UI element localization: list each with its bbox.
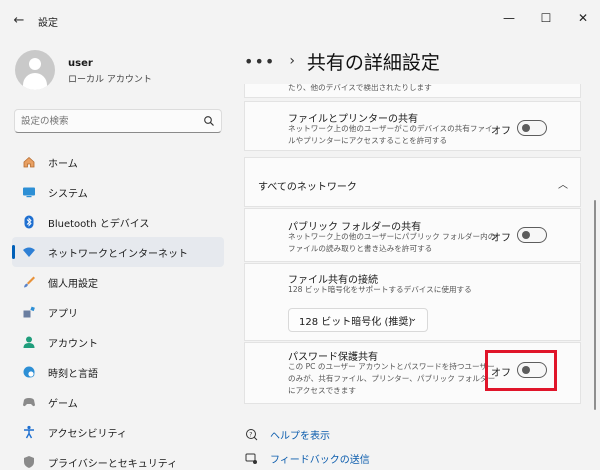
- chevron-up-icon[interactable]: ︿: [558, 176, 568, 191]
- public-folder-sharing-toggle[interactable]: [517, 227, 547, 243]
- search-input[interactable]: [21, 113, 201, 129]
- feedback-link-label[interactable]: フィードバックの送信: [270, 451, 370, 466]
- setting-description: ファイルの読み取りと書き込みを許可する: [288, 244, 433, 253]
- minimize-button[interactable]: —: [496, 8, 522, 28]
- sidebar-item-network[interactable]: ネットワークとインターネット: [12, 237, 224, 267]
- chevron-down-icon: ⌄: [409, 314, 417, 324]
- sidebar-item-label: アプリ: [48, 308, 78, 320]
- search-box[interactable]: [14, 109, 222, 133]
- sidebar: user ローカル アカウント ホーム システム Bluetooth とデバイス: [0, 40, 232, 470]
- feedback-icon: [244, 452, 260, 466]
- globe-icon: [22, 365, 36, 379]
- svg-text:?: ?: [249, 431, 252, 438]
- accessibility-icon: [22, 425, 36, 439]
- network-discovery-card: たり、他のデバイスで検出されたりします: [244, 84, 581, 98]
- brush-icon: [22, 275, 36, 289]
- sidebar-item-label: ネットワークとインターネット: [48, 248, 188, 260]
- sidebar-item-label: アクセシビリティ: [48, 428, 127, 440]
- chevron-right-icon: ›: [289, 53, 295, 69]
- shield-icon: [22, 455, 36, 469]
- account-icon: [22, 335, 36, 349]
- file-printer-sharing-card: ファイルとプリンターの共有 ネットワーク上の他のユーザーがこのデバイスの共有ファ…: [244, 101, 581, 151]
- help-link[interactable]: ? ヘルプを表示: [244, 427, 330, 442]
- feedback-link[interactable]: フィードバックの送信: [244, 451, 370, 466]
- gamepad-icon: [22, 395, 36, 409]
- nav-list: ホーム システム Bluetooth とデバイス ネットワークとインターネット …: [12, 147, 224, 469]
- sidebar-item-privacy[interactable]: プライバシーとセキュリティ: [12, 447, 224, 469]
- sidebar-item-label: 個人用設定: [48, 278, 98, 290]
- bluetooth-icon: [22, 215, 36, 229]
- account-type: ローカル アカウント: [68, 75, 152, 85]
- setting-description: 128 ビット暗号化をサポートするデバイスに使用する: [288, 285, 472, 294]
- home-icon: [22, 155, 36, 169]
- user-name: user: [68, 58, 93, 69]
- sidebar-item-accounts[interactable]: アカウント: [12, 327, 224, 357]
- sidebar-item-label: ゲーム: [48, 398, 78, 410]
- setting-description: ネットワーク上の他のユーザーがこのデバイスの共有ファイ: [288, 124, 493, 133]
- help-icon: ?: [244, 428, 260, 442]
- sidebar-item-label: アカウント: [48, 338, 98, 350]
- file-printer-sharing-toggle[interactable]: [517, 120, 547, 136]
- help-link-label[interactable]: ヘルプを表示: [270, 427, 330, 442]
- sidebar-item-label: システム: [48, 188, 88, 200]
- sidebar-item-time-language[interactable]: 時刻と言語: [12, 357, 224, 387]
- system-icon: [22, 185, 36, 199]
- setting-description: のみが、共有ファイル、プリンター、パブリック フォルダー: [288, 374, 496, 383]
- sidebar-item-label: Bluetooth とデバイス: [48, 218, 150, 230]
- wifi-icon: [22, 245, 36, 259]
- section-title: すべてのネットワーク: [258, 182, 357, 193]
- back-arrow-icon[interactable]: ←: [10, 12, 28, 28]
- sidebar-item-apps[interactable]: アプリ: [12, 297, 224, 327]
- breadcrumb-more-button[interactable]: •••: [244, 52, 275, 71]
- breadcrumb: ••• › 共有の詳細設定: [244, 48, 440, 74]
- title-bar: ← 設定 — ☐ ✕: [0, 0, 600, 40]
- sidebar-item-home[interactable]: ホーム: [12, 147, 224, 177]
- sidebar-item-label: プライバシーとセキュリティ: [48, 459, 178, 469]
- sidebar-item-system[interactable]: システム: [12, 177, 224, 207]
- file-sharing-connections-card: ファイル共有の接続 128 ビット暗号化をサポートするデバイスに使用する 128…: [244, 263, 581, 341]
- setting-description: ネットワーク上の他のユーザーにパブリック フォルダー内の: [288, 232, 496, 241]
- public-folder-sharing-card: パブリック フォルダーの共有 ネットワーク上の他のユーザーにパブリック フォルダ…: [244, 208, 581, 262]
- sidebar-item-accessibility[interactable]: アクセシビリティ: [12, 417, 224, 447]
- app-title: 設定: [38, 18, 58, 29]
- sidebar-item-label: 時刻と言語: [48, 368, 98, 380]
- sidebar-item-label: ホーム: [48, 158, 78, 170]
- toggle-state-label: オフ: [491, 126, 511, 137]
- maximize-button[interactable]: ☐: [533, 8, 559, 28]
- search-icon[interactable]: [203, 115, 215, 127]
- setting-description: この PC のユーザー アカウントとパスワードを持つユーザー: [288, 362, 495, 371]
- sidebar-item-personalization[interactable]: 個人用設定: [12, 267, 224, 297]
- scrollbar[interactable]: [594, 200, 596, 410]
- sidebar-item-gaming[interactable]: ゲーム: [12, 387, 224, 417]
- setting-description: にアクセスできます: [288, 386, 356, 395]
- encryption-select[interactable]: 128 ビット暗号化 (推奨) ⌄: [288, 308, 428, 332]
- avatar[interactable]: [15, 50, 55, 90]
- close-button[interactable]: ✕: [570, 8, 596, 28]
- page-title: 共有の詳細設定: [306, 51, 440, 74]
- setting-description: たり、他のデバイスで検出されたりします: [288, 84, 432, 92]
- select-value: 128 ビット暗号化 (推奨): [299, 316, 413, 328]
- all-networks-header[interactable]: すべてのネットワーク ︿: [244, 157, 581, 207]
- setting-description: ルやプリンターにアクセスすることを許可する: [288, 136, 448, 145]
- toggle-state-label: オフ: [491, 233, 511, 244]
- sidebar-item-bluetooth[interactable]: Bluetooth とデバイス: [12, 207, 224, 237]
- apps-icon: [22, 305, 36, 319]
- highlight-annotation: [485, 350, 557, 391]
